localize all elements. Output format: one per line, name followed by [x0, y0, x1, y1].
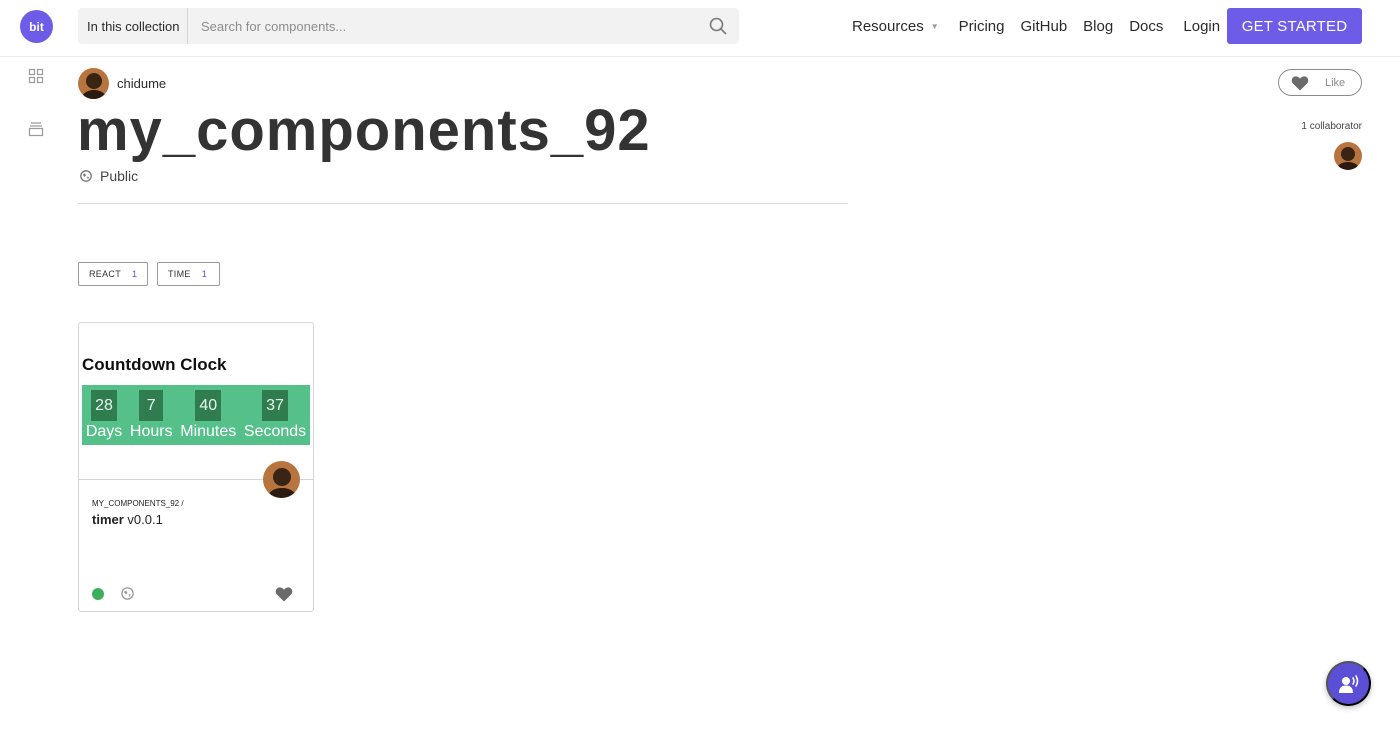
status-dot — [92, 588, 104, 600]
tag-count: 1 — [132, 269, 138, 279]
tag-label: REACT — [89, 269, 122, 279]
collaborators-label: 1 collaborator — [1301, 121, 1362, 132]
visibility-label: Public — [100, 168, 139, 184]
card-owner-avatar[interactable] — [263, 461, 300, 498]
collaborator-avatar[interactable] — [1334, 142, 1362, 170]
clock-label: Seconds — [243, 423, 307, 440]
nav-login[interactable]: Login — [1183, 18, 1220, 35]
clock-minutes: 40 Minutes — [180, 385, 236, 445]
header-divider — [78, 203, 848, 204]
clock-label: Hours — [129, 423, 173, 440]
search-icon[interactable] — [709, 17, 727, 35]
nav-docs[interactable]: Docs — [1129, 18, 1163, 35]
component-scope: MY_COMPONENTS_92 / — [92, 499, 184, 508]
clock-label: Days — [85, 423, 123, 440]
like-label: Like — [1325, 76, 1346, 89]
nav-github[interactable]: GitHub — [1020, 18, 1067, 35]
like-button[interactable]: Like — [1278, 69, 1362, 96]
component-preview-title: Countdown Clock — [82, 355, 227, 374]
nav-resources-label: Resources — [852, 17, 924, 35]
component-name[interactable]: timer v0.0.1 — [92, 512, 163, 527]
heart-icon — [1291, 75, 1309, 91]
visibility-indicator: Public — [80, 168, 138, 184]
top-nav: Resources ▼ Pricing GitHub Blog Docs Log… — [852, 8, 1220, 44]
globe-icon — [121, 587, 134, 600]
nav-resources[interactable]: Resources ▼ — [852, 18, 939, 35]
collection-icon[interactable] — [28, 121, 44, 137]
chat-button[interactable] — [1326, 661, 1371, 706]
tag-count: 1 — [201, 269, 208, 279]
bit-logo[interactable]: bit — [20, 10, 53, 43]
component-card[interactable]: Countdown Clock 28 Days 7 Hours 40 Minut… — [78, 322, 314, 612]
clock-value: 7 — [139, 390, 164, 421]
tag-time[interactable]: TIME 1 — [157, 262, 220, 286]
heart-icon[interactable] — [275, 586, 293, 602]
globe-icon — [80, 170, 92, 182]
header-border — [0, 56, 1400, 57]
search-scope[interactable]: In this collection — [78, 8, 188, 44]
clock-value: 40 — [195, 390, 222, 421]
clock-seconds: 37 Seconds — [244, 385, 306, 445]
owner-name[interactable]: chidume — [117, 76, 166, 91]
search-input[interactable] — [188, 8, 709, 44]
countdown-clock-preview: 28 Days 7 Hours 40 Minutes 37 Seconds — [82, 385, 310, 445]
owner-avatar[interactable] — [78, 68, 109, 99]
chat-icon — [1338, 674, 1358, 693]
nav-pricing[interactable]: Pricing — [959, 18, 1005, 35]
clock-days: 28 Days — [86, 385, 122, 445]
clock-value: 28 — [91, 390, 117, 421]
clock-hours: 7 Hours — [130, 385, 173, 445]
nav-blog[interactable]: Blog — [1083, 18, 1113, 35]
get-started-button[interactable]: GET STARTED — [1227, 8, 1362, 44]
clock-value: 37 — [262, 390, 288, 421]
search-bar: In this collection — [78, 8, 739, 44]
component-id: timer — [92, 512, 124, 527]
tag-label: TIME — [168, 269, 191, 279]
grid-icon[interactable] — [28, 68, 44, 84]
chevron-down-icon: ▼ — [930, 21, 939, 31]
clock-label: Minutes — [180, 423, 237, 440]
component-version: v0.0.1 — [127, 512, 163, 527]
page-title: my_components_92 — [77, 98, 651, 163]
tag-react[interactable]: REACT 1 — [78, 262, 148, 286]
